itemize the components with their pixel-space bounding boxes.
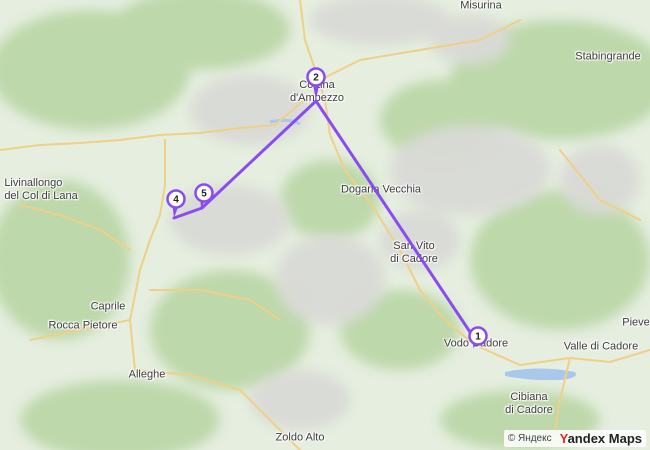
route-overlay: 1 2 4 5 xyxy=(166,67,488,349)
route-line[interactable] xyxy=(172,99,476,340)
waypoint-1-marker[interactable]: 1 xyxy=(468,326,488,349)
waypoint-1-number: 1 xyxy=(475,332,481,343)
waypoint-5-number: 5 xyxy=(201,189,207,200)
yandex-maps-logo[interactable]: Yandex Maps xyxy=(560,431,642,446)
waypoint-2-marker[interactable]: 2 xyxy=(306,67,326,101)
copyright-text[interactable]: © Яндекс xyxy=(508,433,552,444)
waypoint-4-number: 4 xyxy=(173,195,179,206)
map-view[interactable]: Misurina Stabingrande Cortina d'Ampezzo … xyxy=(0,0,650,450)
waypoint-2-number: 2 xyxy=(313,73,319,84)
map-attribution: © Яндекс Yandex Maps xyxy=(503,430,646,447)
